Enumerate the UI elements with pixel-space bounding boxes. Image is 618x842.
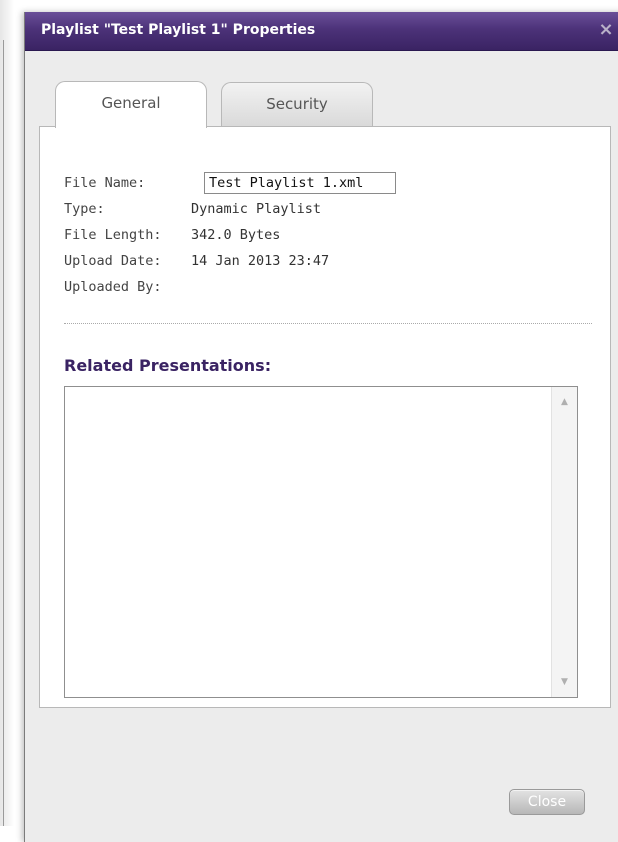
uploaded-by-label: Uploaded By: [64, 279, 162, 295]
underlying-window-border [3, 40, 4, 826]
underlying-window-edge [0, 0, 14, 826]
file-name-label: File Name: [64, 175, 146, 191]
tab-general[interactable]: General [55, 81, 207, 128]
type-value: Dynamic Playlist [191, 201, 322, 217]
scroll-up-icon[interactable]: ▲ [552, 393, 577, 411]
general-tab-panel: File Name: Type: Dynamic Playlist File L… [39, 126, 611, 708]
scroll-down-icon[interactable]: ▼ [552, 673, 577, 691]
close-icon[interactable]: × [597, 20, 615, 40]
file-length-value: 342.0 Bytes [191, 227, 281, 243]
dialog-titlebar[interactable]: Playlist "Test Playlist 1" Properties × [25, 12, 618, 51]
close-button[interactable]: Close [509, 789, 585, 815]
upload-date-label: Upload Date: [64, 253, 162, 269]
tab-general-label: General [101, 94, 161, 112]
related-presentations-heading: Related Presentations: [64, 356, 272, 375]
properties-dialog: Playlist "Test Playlist 1" Properties × … [24, 12, 618, 842]
file-length-label: File Length: [64, 227, 162, 243]
dialog-title: Playlist "Test Playlist 1" Properties [41, 22, 316, 38]
related-presentations-list[interactable]: ▲ ▼ [64, 386, 578, 698]
close-button-label: Close [527, 794, 567, 810]
tab-security[interactable]: Security [221, 82, 373, 127]
type-label: Type: [64, 201, 105, 217]
upload-date-value: 14 Jan 2013 23:47 [191, 253, 330, 269]
section-divider [64, 323, 592, 324]
file-name-input[interactable] [204, 172, 396, 194]
tab-security-label: Security [266, 95, 328, 113]
list-scrollbar[interactable]: ▲ ▼ [551, 387, 577, 697]
